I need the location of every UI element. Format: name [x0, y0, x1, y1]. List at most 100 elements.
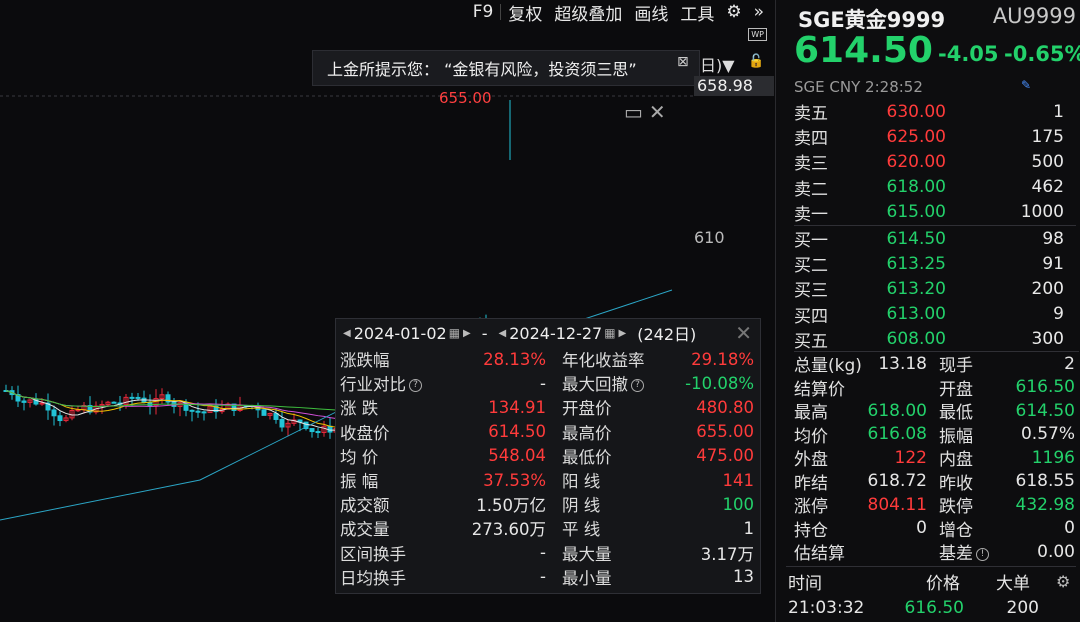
level-volume: 1 [1053, 101, 1064, 122]
level-name: 卖四 [794, 129, 828, 150]
gear-icon[interactable]: ⚙ [1056, 572, 1070, 591]
ask-row[interactable]: 卖五 630.00 1 [794, 99, 1076, 125]
candle-body [129, 396, 135, 399]
bid-row[interactable]: 买三 613.20 200 [794, 276, 1076, 302]
toolbar-tools-button[interactable]: 工具 [675, 0, 719, 25]
level-price: 613.25 [886, 253, 946, 274]
toolbar-draw-button[interactable]: 画线 [629, 0, 673, 25]
stat-row: 最小量 13 [550, 565, 758, 589]
candle-body [189, 409, 195, 412]
summary-label: 持仓 [794, 520, 828, 541]
candle-body [309, 428, 315, 433]
next-end-icon[interactable]: ▶ [616, 328, 630, 339]
stat-label-text: 最小量 [562, 568, 612, 588]
panel-controls: ▭✕ [624, 100, 672, 124]
calendar-icon[interactable]: ▦ [604, 326, 615, 340]
toolbar-f9-button[interactable]: F9 [468, 2, 499, 22]
stat-label-text: 成交额 [340, 496, 390, 516]
summary-value: 122 [894, 447, 927, 468]
next-start-icon[interactable]: ▶ [460, 328, 474, 339]
stat-row: 平 线 1 [550, 516, 758, 540]
level-volume: 200 [1031, 278, 1064, 299]
end-date-field[interactable]: 2024-12-27 [509, 324, 602, 343]
summary-label: 总量(kg) [794, 356, 862, 377]
prev-start-icon[interactable]: ◀ [340, 328, 354, 339]
notice-close-icon[interactable]: ⊠ [677, 54, 689, 70]
stat-label-text: 均 价 [340, 447, 379, 467]
ask-row[interactable]: 卖二 618.00 462 [794, 175, 1076, 200]
level-price: 625.00 [886, 126, 946, 147]
quote-panel: SGE黄金9999 AU9999 614.50 -4.05 -0.65% SGE… [775, 0, 1080, 622]
level-volume: 462 [1031, 177, 1064, 198]
summary-row: 总量(kg) 13.18 现手 2 [794, 351, 1079, 377]
level-price: 630.00 [886, 101, 946, 122]
help-icon[interactable]: ? [631, 379, 644, 393]
stat-value: 3.17万 [700, 544, 754, 564]
stat-label: 区间换手 [340, 541, 406, 565]
stat-value: 13 [733, 567, 754, 587]
stat-label-text: 涨 跌 [340, 399, 379, 419]
level-name: 卖二 [794, 179, 828, 200]
level-name: 卖五 [794, 104, 828, 125]
stat-label-text: 振 幅 [340, 472, 379, 492]
stat-label: 最小量 [562, 565, 612, 589]
bid-row[interactable]: 买二 613.25 91 [794, 251, 1076, 277]
summary-label: 现手 [927, 351, 987, 376]
lock-icon[interactable]: 🔓 [748, 54, 764, 69]
price-axis-tag: 658.98 [694, 76, 774, 96]
edit-icon[interactable]: ✎ [1021, 78, 1031, 92]
summary-value: 2 [1064, 353, 1075, 374]
help-icon[interactable]: ? [409, 379, 422, 393]
stat-label-text: 收盘价 [340, 423, 390, 443]
summary-label: 跌停 [927, 492, 987, 517]
exchange-label: SGE [794, 78, 825, 96]
stat-value: 141 [722, 470, 755, 490]
level-price: 618.00 [886, 177, 946, 198]
toolbar-adjust-button[interactable]: 复权 [503, 0, 547, 25]
tick-volume-header[interactable]: 大单 [996, 569, 1056, 594]
summary-row: 最高 618.00 最低 614.50 [794, 399, 1079, 424]
candle-body [315, 431, 321, 434]
stat-row: 年化收益率 29.18% [550, 347, 758, 371]
summary-value: 618.72 [867, 471, 927, 492]
stat-value: 614.50 [488, 422, 546, 442]
quote-time: 2:28:52 [865, 78, 923, 96]
tick-rows: 21:03:32 616.50 200 [786, 595, 1076, 621]
level-name: 卖三 [794, 154, 828, 175]
summary-row: 持仓 0 增仓 0 [794, 517, 1079, 541]
summary-row: 结算价 开盘 616.50 [794, 376, 1079, 400]
toolbar-overlay-button[interactable]: 超级叠加 [549, 0, 627, 25]
stat-label: 日均换手 [340, 565, 406, 589]
close-icon[interactable]: ✕ [649, 100, 672, 124]
wp-badge[interactable]: WP [748, 28, 767, 41]
stat-value: 29.18% [691, 349, 754, 369]
expand-icon[interactable]: » [749, 2, 769, 22]
calendar-icon[interactable]: ▦ [449, 326, 460, 340]
stat-value: - [540, 567, 546, 587]
close-icon[interactable]: ✕ [735, 321, 752, 345]
summary-label-text: 开盘 [939, 379, 973, 400]
ask-row[interactable]: 卖一 615.00 1000 [794, 200, 1076, 225]
summary-value: 0.57% [1020, 424, 1075, 445]
period-selector[interactable]: 日)▼ [700, 52, 735, 76]
prev-end-icon[interactable]: ◀ [496, 328, 510, 339]
gear-icon[interactable]: ⚙ [721, 2, 746, 22]
stat-label-text: 平 线 [562, 520, 601, 540]
stat-label: 阴 线 [562, 492, 600, 516]
bid-row[interactable]: 买五 608.00 300 [794, 327, 1076, 352]
kline-chart[interactable]: F9 复权 超级叠加 画线 工具 ⚙ » WP 上金所提示您： “金银有风险，投… [0, 0, 775, 622]
summary-label-text: 跌停 [939, 497, 973, 518]
bid-row[interactable]: 买一 614.50 98 [794, 226, 1076, 252]
stat-value: 548.04 [488, 446, 546, 466]
candle-body [327, 425, 333, 433]
maximize-icon[interactable]: ▭ [624, 100, 649, 124]
stat-label: 均 价 [340, 444, 378, 468]
ask-row[interactable]: 卖四 625.00 175 [794, 124, 1076, 150]
bid-row[interactable]: 买四 613.00 9 [794, 302, 1076, 327]
stat-label-text: 开盘价 [562, 399, 612, 419]
stat-row: 均 价 548.04 [340, 444, 550, 468]
summary-label: 均价 [794, 426, 828, 447]
instrument-code: AU9999 [992, 4, 1076, 28]
start-date-field[interactable]: 2024-01-02 [354, 324, 447, 343]
ask-row[interactable]: 卖三 620.00 500 [794, 149, 1076, 175]
